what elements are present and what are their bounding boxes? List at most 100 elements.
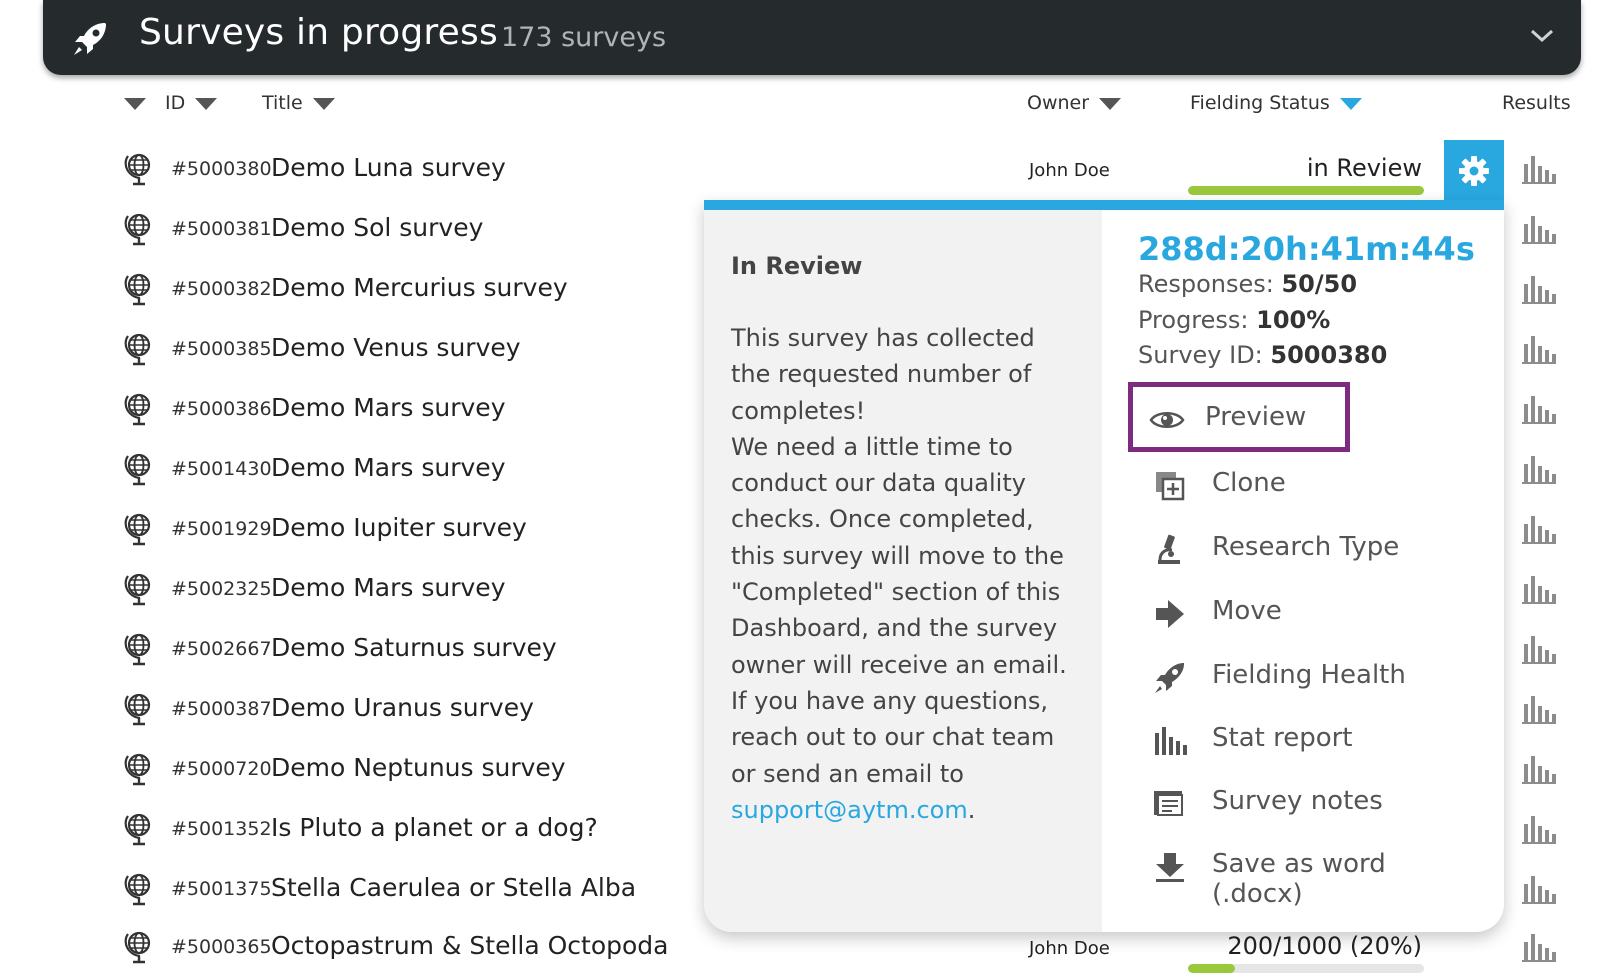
- survey-title[interactable]: Demo Iupiter survey: [271, 513, 527, 542]
- survey-title[interactable]: Demo Venus survey: [271, 333, 521, 362]
- menu-item-label: Save as word (.docx): [1212, 849, 1386, 909]
- survey-title[interactable]: Demo Uranus survey: [271, 693, 534, 722]
- survey-id: #5000380: [171, 158, 272, 180]
- progress-bar: [1188, 186, 1424, 195]
- preview-menu-item[interactable]: Preview: [1128, 382, 1350, 452]
- results-chart-icon[interactable]: [1522, 274, 1556, 304]
- fielding-health-menu-item[interactable]: Fielding Health: [1138, 650, 1468, 706]
- survey-owner: John Doe: [1029, 160, 1110, 181]
- survey-id: #5002667: [171, 638, 272, 660]
- results-chart-icon[interactable]: [1522, 154, 1556, 184]
- sort-down-icon[interactable]: [195, 97, 218, 110]
- globe-icon: [124, 692, 154, 726]
- sort-down-icon[interactable]: [1099, 97, 1122, 110]
- chevron-down-icon[interactable]: [1529, 26, 1555, 46]
- results-chart-icon[interactable]: [1522, 634, 1556, 664]
- progress-label: Progress:: [1138, 306, 1257, 334]
- survey-id-stat: Survey ID: 5000380: [1138, 341, 1387, 369]
- fielding-status: 200/1000 (20%): [1227, 932, 1422, 960]
- progress-bar: [1188, 964, 1424, 973]
- survey-id: #5001929: [171, 518, 272, 540]
- results-chart-icon[interactable]: [1522, 694, 1556, 724]
- survey-title[interactable]: Demo Neptunus survey: [271, 753, 566, 782]
- elapsed-timer: 288d:20h:41m:44s: [1138, 230, 1475, 268]
- column-owner-label: Owner: [1027, 92, 1090, 114]
- sort-down-icon[interactable]: [1339, 97, 1362, 110]
- responses-value: 50/50: [1281, 270, 1358, 298]
- sort-down-icon[interactable]: [124, 97, 146, 110]
- support-email-link[interactable]: support@aytm.com: [731, 796, 968, 824]
- results-chart-icon[interactable]: [1522, 214, 1556, 244]
- survey-title[interactable]: Octopastrum & Stella Octopoda: [271, 931, 669, 960]
- survey-id: #5001430: [171, 458, 272, 480]
- survey-title[interactable]: Stella Caerulea or Stella Alba: [271, 873, 636, 902]
- select-all-sort[interactable]: [124, 92, 146, 120]
- gear-icon: [1459, 156, 1489, 186]
- results-chart-icon[interactable]: [1522, 334, 1556, 364]
- menu-item-label: Fielding Health: [1212, 660, 1406, 690]
- survey-actions-popup: In Review This survey has collected the …: [704, 200, 1504, 932]
- arrow-right-icon: [1156, 600, 1184, 628]
- clone-menu-item[interactable]: Clone: [1138, 458, 1468, 514]
- results-chart-icon[interactable]: [1522, 514, 1556, 544]
- survey-title[interactable]: Is Pluto a planet or a dog?: [271, 813, 598, 842]
- survey-title[interactable]: Demo Mars survey: [271, 393, 506, 422]
- survey-title[interactable]: Demo Mars survey: [271, 453, 506, 482]
- rocket-icon: [74, 23, 106, 55]
- column-results-label: Results: [1502, 92, 1571, 114]
- globe-icon: [124, 872, 154, 906]
- status-description: This survey has collected the requested …: [731, 320, 1081, 828]
- results-chart-icon[interactable]: [1522, 574, 1556, 604]
- globe-icon: [124, 512, 154, 546]
- menu-item-label: Stat report: [1212, 723, 1353, 753]
- results-chart-icon[interactable]: [1522, 874, 1556, 904]
- microscope-icon: [1158, 534, 1180, 564]
- column-title-label: Title: [262, 92, 303, 114]
- globe-icon: [124, 272, 154, 306]
- survey-id: #5000720: [171, 758, 272, 780]
- menu-item-label: Preview: [1205, 402, 1307, 432]
- survey-title[interactable]: Demo Mercurius survey: [271, 273, 568, 302]
- results-chart-icon[interactable]: [1522, 454, 1556, 484]
- column-fielding-status[interactable]: Fielding Status: [1190, 92, 1362, 120]
- globe-icon: [124, 930, 154, 964]
- survey-id: #5001375: [171, 878, 272, 900]
- column-id[interactable]: ID: [165, 92, 218, 120]
- page-header: Surveys in progress 173 surveys: [43, 0, 1581, 75]
- globe-icon: [124, 752, 154, 786]
- sort-down-icon[interactable]: [312, 97, 335, 110]
- settings-gear-button[interactable]: [1444, 140, 1504, 202]
- fielding-status: in Review: [1306, 154, 1422, 182]
- survey-actions-panel: 288d:20h:41m:44s Responses: 50/50 Progre…: [1102, 210, 1504, 932]
- globe-icon: [124, 812, 154, 846]
- results-chart-icon[interactable]: [1522, 932, 1556, 962]
- results-chart-icon[interactable]: [1522, 394, 1556, 424]
- survey-title[interactable]: Demo Luna survey: [271, 153, 506, 182]
- column-id-label: ID: [165, 92, 186, 114]
- save-as-word-menu-item[interactable]: Save as word (.docx): [1138, 839, 1468, 909]
- survey-id: #5002325: [171, 578, 272, 600]
- survey-id-value: 5000380: [1270, 341, 1388, 369]
- survey-id: #5000385: [171, 338, 272, 360]
- survey-title[interactable]: Demo Mars survey: [271, 573, 506, 602]
- survey-title[interactable]: Demo Sol survey: [271, 213, 483, 242]
- results-chart-icon[interactable]: [1522, 814, 1556, 844]
- column-owner[interactable]: Owner: [1027, 92, 1122, 120]
- menu-item-label: Clone: [1212, 468, 1286, 498]
- survey-title[interactable]: Demo Saturnus survey: [271, 633, 557, 662]
- progress-stat: Progress: 100%: [1138, 306, 1330, 334]
- menu-item-label: Research Type: [1212, 532, 1400, 562]
- table-row[interactable]: #5000365 Octopastrum & Stella Octopoda J…: [0, 930, 1610, 980]
- survey-notes-menu-item[interactable]: Survey notes: [1138, 776, 1468, 832]
- results-chart-icon[interactable]: [1522, 754, 1556, 784]
- survey-id: #5000386: [171, 398, 272, 420]
- globe-icon: [124, 632, 154, 666]
- move-menu-item[interactable]: Move: [1138, 586, 1468, 642]
- responses-label: Responses:: [1138, 270, 1282, 298]
- globe-icon: [124, 572, 154, 606]
- eye-icon: [1149, 412, 1185, 428]
- column-status-label: Fielding Status: [1190, 92, 1330, 114]
- column-title[interactable]: Title: [262, 92, 335, 120]
- stat-report-menu-item[interactable]: Stat report: [1138, 713, 1468, 769]
- research-type-menu-item[interactable]: Research Type: [1138, 522, 1468, 578]
